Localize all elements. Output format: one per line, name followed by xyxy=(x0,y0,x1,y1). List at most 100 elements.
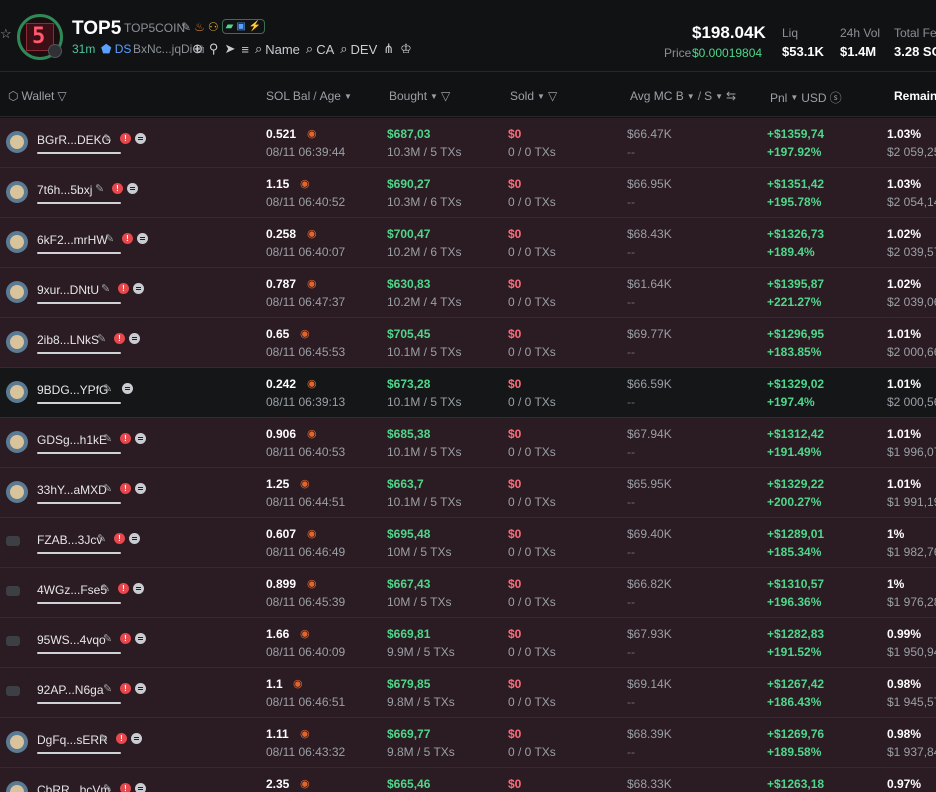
ds-link[interactable]: ⬟ DS xyxy=(101,42,131,56)
filter-icon[interactable]: ▽ xyxy=(441,89,450,103)
wallet-address[interactable]: DgFq...sERR xyxy=(37,733,108,747)
list-icon[interactable] xyxy=(137,233,148,244)
wallet-address[interactable]: 6kF2...mrHW xyxy=(37,233,108,247)
edit-icon[interactable]: ✎ xyxy=(101,582,110,595)
avatar[interactable] xyxy=(6,781,28,792)
sort-icon[interactable]: ▼ xyxy=(344,92,352,101)
col-bought[interactable]: Bought ▼ ▽ xyxy=(389,89,450,103)
avatar[interactable] xyxy=(6,231,28,253)
wallet-address[interactable]: 33hY...aMXD xyxy=(37,483,107,497)
list-icon[interactable] xyxy=(135,633,146,644)
currency-toggle-icon[interactable]: ⓢ xyxy=(830,89,842,106)
sort-icon[interactable]: ▼ xyxy=(790,93,798,102)
list-icon[interactable] xyxy=(135,433,146,444)
avatar[interactable] xyxy=(6,636,20,646)
list-icon[interactable] xyxy=(129,533,140,544)
search-ca-button[interactable]: ⌕ CA xyxy=(306,41,334,57)
search-dev-button[interactable]: ⌕ DEV xyxy=(340,41,377,57)
edit-icon[interactable]: ✎ xyxy=(101,282,110,295)
edit-icon[interactable]: ✎ xyxy=(103,782,112,792)
avatar[interactable] xyxy=(6,281,28,303)
edit-icon[interactable]: ✎ xyxy=(103,482,112,495)
edit-icon[interactable]: ✎ xyxy=(105,232,114,245)
edit-icon[interactable]: ✎ xyxy=(103,682,112,695)
table-row[interactable]: 2ib8...LNkS ✎! 0.65 ◉ 08/11 06:45:53 $705,45 1… xyxy=(0,318,936,368)
list-icon[interactable] xyxy=(131,733,142,744)
table-row[interactable]: 92AP...N6ga ✎! 1.1 ◉ 08/11 06:46:51 $679,85 9.… xyxy=(0,668,936,718)
list-icon[interactable]: ≡ xyxy=(241,42,249,57)
col-sold[interactable]: Sold ▼ ▽ xyxy=(510,89,557,103)
avatar[interactable] xyxy=(6,131,28,153)
col-wallet[interactable]: ⬡ Wallet ▽ xyxy=(8,89,67,103)
edit-icon[interactable]: ✎ xyxy=(181,20,191,34)
edit-icon[interactable]: ✎ xyxy=(103,632,112,645)
wallet-address[interactable]: 9BDG...YPfG xyxy=(37,383,108,397)
crown-icon[interactable]: ♔ xyxy=(400,41,412,57)
list-icon[interactable] xyxy=(135,133,146,144)
list-icon[interactable] xyxy=(133,283,144,294)
swap-icon[interactable]: ⇆ xyxy=(726,89,736,103)
wallet-address[interactable]: BGrR...DEKG xyxy=(37,133,111,147)
wallet-address[interactable]: 7t6h...5bxj xyxy=(37,183,92,197)
wallet-address[interactable]: 4WGz...Fse5 xyxy=(37,583,107,597)
table-row[interactable]: 6kF2...mrHW ✎! 0.258 ◉ 08/11 06:40:07 $700,47… xyxy=(0,218,936,268)
avatar[interactable] xyxy=(6,686,20,696)
sort-icon[interactable]: ▼ xyxy=(687,92,695,101)
lightning-icon[interactable]: ⚡ xyxy=(249,21,261,32)
sort-icon[interactable]: ▼ xyxy=(715,92,723,101)
edit-icon[interactable]: ✎ xyxy=(97,332,106,345)
website-icon[interactable]: ▣ xyxy=(236,21,245,32)
table-row[interactable]: 9xur...DNtU ✎! 0.787 ◉ 08/11 06:47:37 $630,83… xyxy=(0,268,936,318)
table-row[interactable]: FZAB...3Jcv ✎! 0.607 ◉ 08/11 06:46:49 $695,48… xyxy=(0,518,936,568)
wallet-address[interactable]: CbRR...bcVm xyxy=(37,783,110,792)
avatar[interactable] xyxy=(6,536,20,546)
col-sol-bal[interactable]: SOL Bal / Age ▼ xyxy=(266,89,352,103)
edit-icon[interactable]: ✎ xyxy=(103,432,112,445)
avatar[interactable] xyxy=(6,181,28,203)
list-icon[interactable] xyxy=(129,333,140,344)
col-remaining[interactable]: Remaining xyxy=(894,89,936,103)
dex-icon[interactable]: ▰ xyxy=(226,21,234,32)
avatar[interactable] xyxy=(6,731,28,753)
wallet-address[interactable]: FZAB...3Jcv xyxy=(37,533,102,547)
sort-icon[interactable]: ▼ xyxy=(537,92,545,101)
col-avg-mc[interactable]: Avg MC B ▼ / S ▼ ⇆ xyxy=(630,89,736,103)
filter-icon[interactable]: ▽ xyxy=(548,89,557,103)
edit-icon[interactable]: ✎ xyxy=(97,532,106,545)
col-pnl[interactable]: Pnl ▼ USD ⓢ xyxy=(770,89,842,106)
wallet-address[interactable]: 2ib8...LNkS xyxy=(37,333,99,347)
wallet-address[interactable]: GDSg...h1kE xyxy=(37,433,107,447)
edit-icon[interactable]: ✎ xyxy=(103,382,112,395)
list-icon[interactable] xyxy=(135,483,146,494)
table-row[interactable]: 7t6h...5bxj ✎! 1.15 ◉ 08/11 06:40:52 $690,27 1… xyxy=(0,168,936,218)
table-row[interactable]: 33hY...aMXD ✎! 1.25 ◉ 08/11 06:44:51 $663,7 10… xyxy=(0,468,936,518)
table-row[interactable]: 9BDG...YPfG ✎ 0.242 ◉ 08/11 06:39:13 $673,28 1… xyxy=(0,368,936,418)
wallet-address[interactable]: 95WS...4vqo xyxy=(37,633,106,647)
table-row[interactable]: BGrR...DEKG ✎! 0.521 ◉ 08/11 06:39:44 $687,03… xyxy=(0,118,936,168)
list-icon[interactable] xyxy=(122,383,133,394)
edit-icon[interactable]: ✎ xyxy=(103,132,112,145)
table-row[interactable]: 4WGz...Fse5 ✎! 0.899 ◉ 08/11 06:45:39 $667,43… xyxy=(0,568,936,618)
table-row[interactable]: CbRR...bcVm ✎! 2.35 ◉ $665,46 $0 $68.33K +$1263… xyxy=(0,768,936,792)
wallet-address[interactable]: 9xur...DNtU xyxy=(37,283,99,297)
globe-icon[interactable]: ⊕ xyxy=(192,41,203,57)
search-name-button[interactable]: ⌕ Name xyxy=(255,41,300,57)
list-icon[interactable] xyxy=(135,783,146,792)
avatar[interactable] xyxy=(6,431,28,453)
avatar[interactable] xyxy=(6,331,28,353)
list-icon[interactable] xyxy=(127,183,138,194)
col-avg-s-label[interactable]: S xyxy=(704,89,712,103)
user-icon[interactable]: ⚲ xyxy=(209,41,219,57)
star-outline-icon[interactable]: ☆ xyxy=(0,26,12,41)
telegram-icon[interactable]: ➤ xyxy=(224,41,235,57)
col-age-label[interactable]: Age xyxy=(320,89,341,103)
edit-icon[interactable]: ✎ xyxy=(95,182,104,195)
filter-icon[interactable]: ▽ xyxy=(57,89,66,103)
avatar[interactable] xyxy=(6,586,20,596)
list-icon[interactable] xyxy=(133,583,144,594)
col-usd-label[interactable]: USD xyxy=(801,91,826,105)
edit-icon[interactable]: ✎ xyxy=(99,732,108,745)
avatar[interactable] xyxy=(6,381,28,403)
table-row[interactable]: DgFq...sERR ✎! 1.11 ◉ 08/11 06:43:32 $669,77 9… xyxy=(0,718,936,768)
list-icon[interactable] xyxy=(135,683,146,694)
